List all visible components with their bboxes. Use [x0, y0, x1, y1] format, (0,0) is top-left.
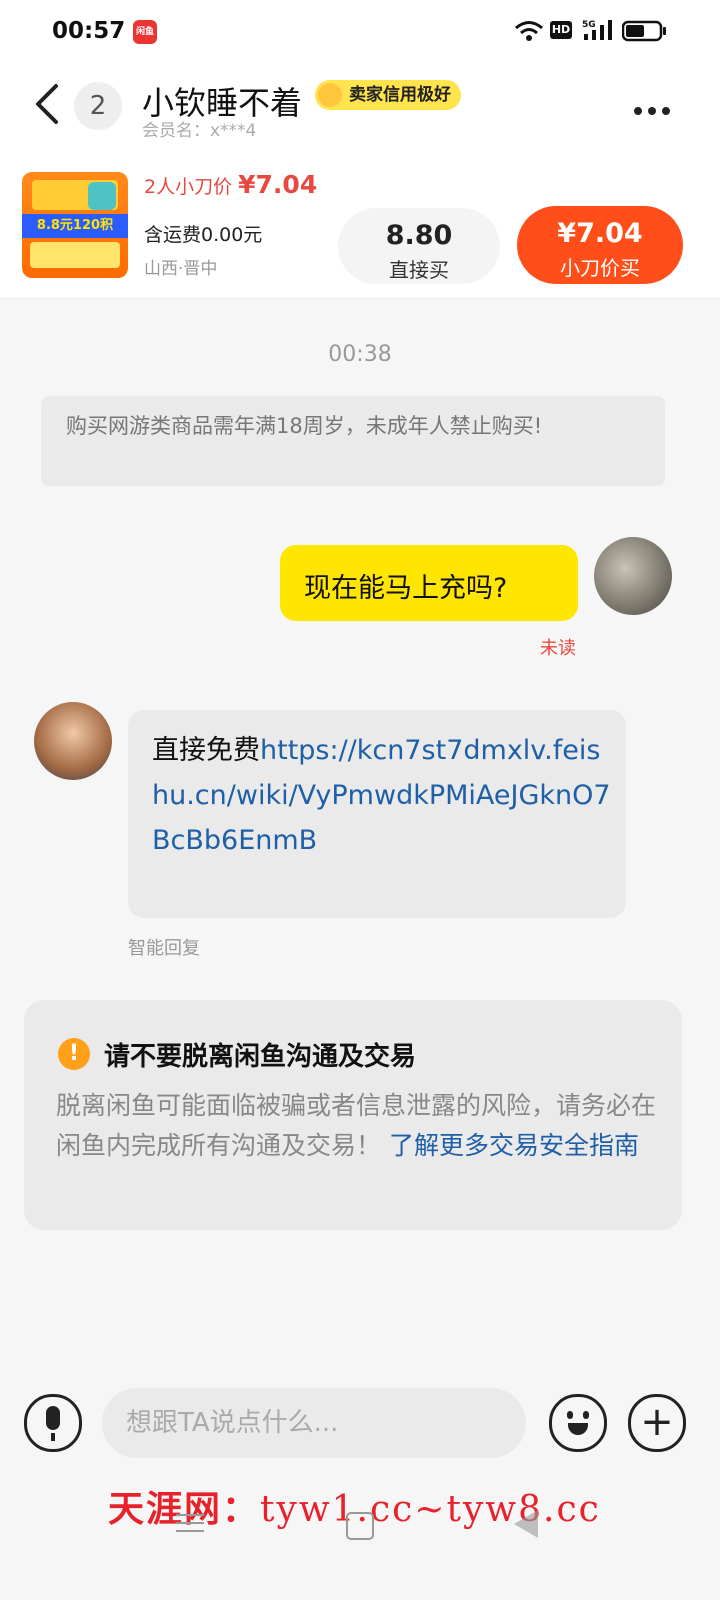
- safety-guide-link[interactable]: 了解更多交易安全指南: [389, 1131, 639, 1160]
- battery-icon: [622, 20, 666, 42]
- svg-text:5G: 5G: [582, 20, 596, 30]
- app-logo-icon: [88, 182, 116, 210]
- contact-avatar[interactable]: [34, 702, 112, 780]
- message-timestamp: 00:38: [328, 342, 392, 367]
- nav-back-icon[interactable]: [514, 1510, 538, 1538]
- hd-badge: HD: [550, 21, 572, 39]
- cut-price-value: ¥7.04: [238, 170, 318, 199]
- system-notice-text: 购买网游类商品需年满18周岁，未成年人禁止购买!: [66, 414, 543, 438]
- thumb-caption: 8.8元120积: [22, 214, 128, 238]
- add-attachment-button[interactable]: +: [628, 1394, 686, 1452]
- product-thumbnail[interactable]: 8.8元120积: [22, 172, 128, 278]
- shipping-fee: 含运费0.00元: [144, 224, 263, 246]
- cut-price-buy-button[interactable]: ¥7.04 小刀价买: [517, 206, 683, 284]
- warning-body: 脱离闲鱼可能面临被骗或者信息泄露的风险，请务必在闲鱼内完成所有沟通及交易！ 了解…: [56, 1086, 656, 1166]
- smart-reply-label: 智能回复: [128, 938, 200, 959]
- seller-location: 山西·晋中: [144, 259, 218, 279]
- cut-price-label: 2人小刀价: [144, 176, 233, 198]
- wifi-icon: [515, 21, 543, 41]
- heart-eyes-emoji-icon: [318, 83, 342, 107]
- cut-buy-price: ¥7.04: [557, 218, 643, 249]
- emoji-button[interactable]: [549, 1394, 607, 1452]
- status-time: 00:57: [52, 18, 126, 44]
- direct-buy-price: 8.80: [385, 220, 453, 251]
- direct-buy-label: 直接买: [389, 258, 449, 282]
- member-label: 会员名：: [142, 121, 210, 141]
- direct-buy-button[interactable]: 8.80 直接买: [338, 208, 500, 284]
- member-name-line: 会员名：x***4: [142, 116, 256, 141]
- my-avatar[interactable]: [594, 537, 672, 615]
- nav-recents-icon[interactable]: [176, 1514, 204, 1534]
- nav-home-icon[interactable]: [346, 1512, 374, 1540]
- cut-buy-label: 小刀价买: [560, 256, 640, 280]
- message-input[interactable]: [102, 1388, 526, 1458]
- more-options-icon[interactable]: [634, 100, 678, 115]
- warning-icon: !: [58, 1038, 90, 1070]
- unread-count-badge[interactable]: 2: [74, 82, 122, 130]
- member-id: x***4: [210, 121, 257, 141]
- message-read-status: 未读: [540, 638, 576, 659]
- my-message-text: 现在能马上充吗?: [304, 573, 508, 604]
- cut-price-line: 2人小刀价 ¥7.04: [144, 170, 317, 199]
- smiley-face-icon: [567, 1411, 573, 1419]
- voice-input-button[interactable]: [24, 1394, 82, 1452]
- microphone-icon: [46, 1406, 60, 1430]
- warning-title: 请不要脱离闲鱼沟通及交易: [104, 1042, 417, 1072]
- signal-5g-icon: 5G: [582, 20, 612, 40]
- back-arrow-icon[interactable]: [30, 82, 70, 126]
- watermark-url: tyw1.cc~tyw8.cc: [260, 1489, 601, 1530]
- contact-message-prefix: 直接免费: [152, 735, 260, 766]
- app-notification-icon: 闲鱼: [133, 20, 157, 44]
- contact-message-text: 直接免费https://kcn7st7dmxlv.feishu.cn/wiki/…: [152, 728, 612, 863]
